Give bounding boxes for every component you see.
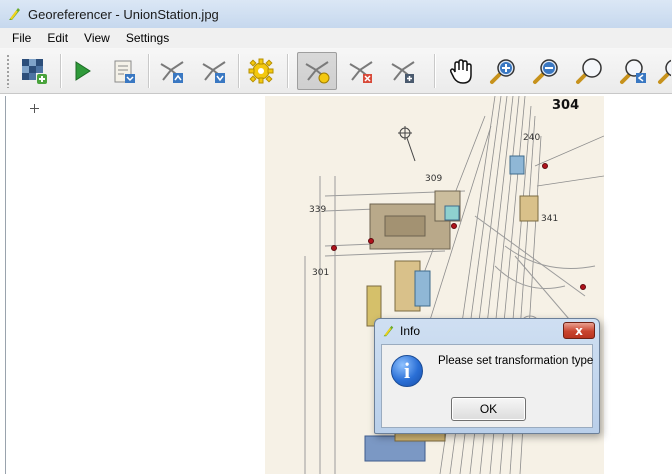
gcp-point[interactable] [451, 223, 457, 229]
cursor-crosshair-icon [30, 104, 39, 113]
dialog-title: Info [400, 324, 421, 338]
delete-point-icon [349, 61, 373, 83]
dialog-message: Please set transformation type [438, 355, 594, 367]
map-block-label: 309 [425, 174, 443, 184]
zoom-full-icon [576, 58, 602, 84]
generate-script-button[interactable] [104, 52, 144, 90]
gcp-point[interactable] [331, 245, 337, 251]
gcp-point[interactable] [580, 284, 586, 290]
gear-icon [248, 58, 274, 84]
toolbar-grip[interactable] [6, 54, 10, 88]
add-point-button[interactable] [297, 52, 337, 90]
menu-edit[interactable]: Edit [39, 31, 76, 45]
info-icon: i [391, 355, 423, 387]
qgis-logo-icon [383, 325, 394, 337]
close-icon: x [575, 323, 583, 338]
zoom-last-icon [620, 59, 646, 84]
toolbar [0, 48, 672, 94]
map-block-label: 240 [523, 133, 541, 143]
hand-icon [449, 59, 472, 84]
load-points-icon [160, 61, 184, 83]
dialog-close-button[interactable]: x [563, 322, 595, 339]
window-titlebar: Georeferencer - UnionStation.jpg [0, 0, 672, 28]
map-sheet-number: 304 [552, 98, 580, 113]
move-point-icon [391, 61, 415, 83]
qgis-logo-icon [9, 8, 20, 20]
map-block-label: 341 [541, 214, 559, 224]
menu-file[interactable]: File [4, 31, 39, 45]
zoom-out-icon [533, 59, 558, 84]
zoom-out-button[interactable] [526, 52, 566, 90]
gcp-point[interactable] [542, 163, 548, 169]
menu-settings[interactable]: Settings [118, 31, 177, 45]
script-icon [114, 60, 135, 83]
map-block-label: 301 [312, 268, 330, 278]
open-raster-icon [22, 59, 47, 84]
gcp-point[interactable] [368, 238, 374, 244]
zoom-next-icon [658, 59, 671, 84]
open-raster-button[interactable] [14, 52, 54, 90]
menu-view[interactable]: View [76, 31, 118, 45]
zoom-next-button[interactable] [655, 52, 672, 90]
transformation-settings-button[interactable] [241, 52, 281, 90]
save-gcp-points-button[interactable] [194, 52, 234, 90]
save-points-icon [202, 61, 226, 83]
delete-point-button[interactable] [341, 52, 381, 90]
ok-button[interactable]: OK [451, 397, 526, 421]
move-gcp-point-button[interactable] [383, 52, 423, 90]
dialog-titlebar[interactable]: Info x [375, 319, 599, 343]
load-gcp-points-button[interactable] [152, 52, 192, 90]
add-point-icon [305, 61, 330, 84]
map-block-label: 339 [309, 205, 327, 215]
play-icon [75, 61, 91, 81]
window-title: Georeferencer - UnionStation.jpg [28, 6, 219, 22]
zoom-last-button[interactable] [613, 52, 653, 90]
info-dialog: Info x i Please set transformation type … [374, 318, 600, 434]
menu-bar: File Edit View Settings [0, 28, 672, 48]
start-georeferencing-button[interactable] [62, 52, 102, 90]
zoom-to-layer-button[interactable] [569, 52, 609, 90]
zoom-in-icon [490, 59, 515, 84]
dialog-body: i Please set transformation type OK [381, 344, 593, 428]
pan-button[interactable] [441, 52, 481, 90]
zoom-in-button[interactable] [483, 52, 523, 90]
